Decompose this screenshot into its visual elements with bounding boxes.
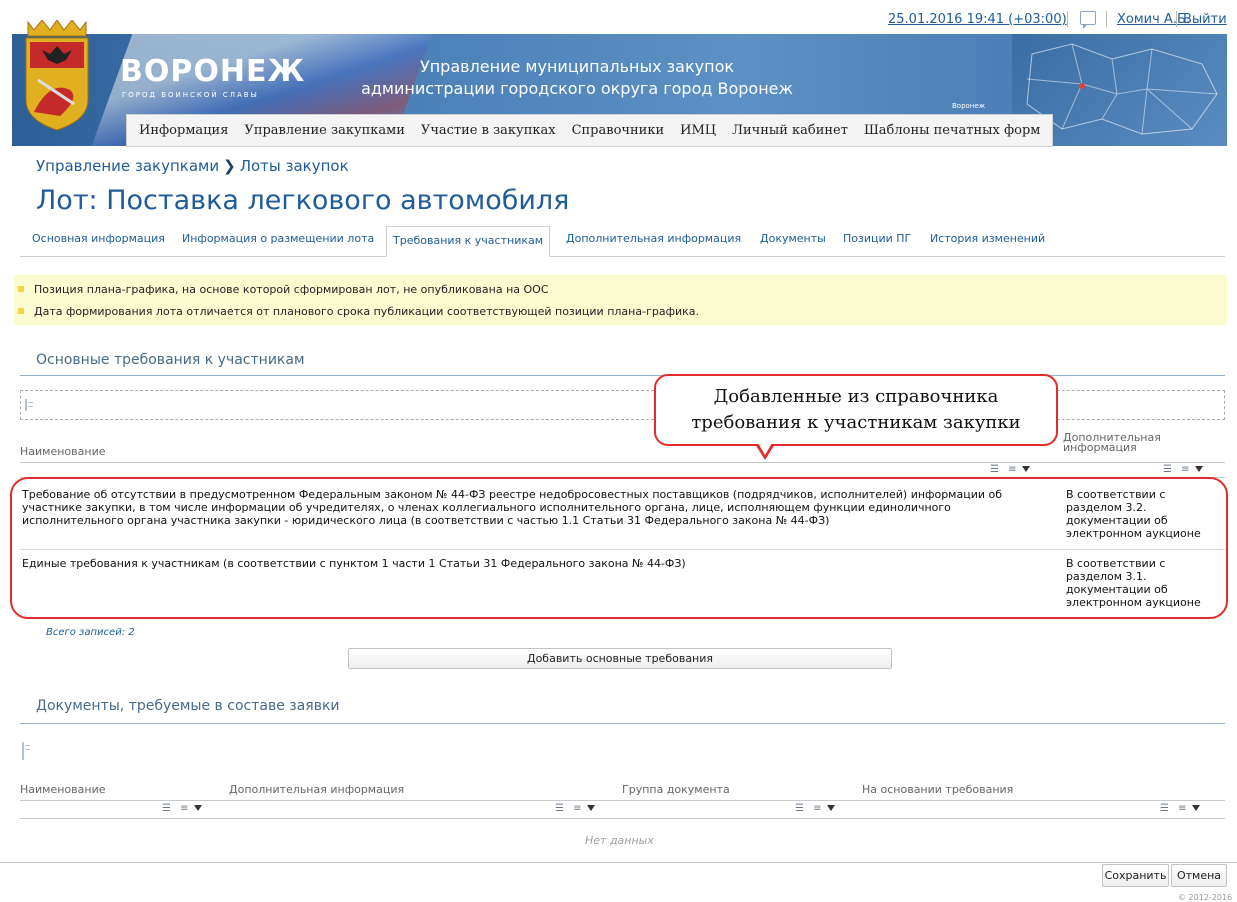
tab-additional-info[interactable]: Дополнительная информация (566, 232, 741, 245)
filter-icon (1194, 466, 1203, 472)
grid-settings-icon[interactable] (22, 742, 34, 760)
banner-title: Управление муниципальных закупок админис… (361, 57, 793, 98)
doc-column-name[interactable]: Наименование (20, 783, 105, 796)
filter-row-divider (20, 818, 1225, 819)
copyright: © 2012-2016 (1178, 893, 1233, 902)
menu-item-info[interactable]: Информация (131, 123, 236, 138)
tab-main-info[interactable]: Основная информация (32, 232, 165, 245)
city-logo-subtitle: ГОРОД ВОИНСКОЙ СЛАВЫ (122, 91, 259, 99)
filter-icon (193, 805, 202, 811)
callout-tail-inner (758, 443, 772, 455)
column-header-name[interactable]: Наименование (20, 445, 105, 458)
menu-item-imc[interactable]: ИМЦ (672, 123, 724, 138)
cancel-button[interactable]: Отмена (1171, 864, 1227, 887)
column-filter-icons[interactable]: ☰ ≡ (555, 803, 595, 814)
coat-of-arms-logo[interactable] (20, 19, 94, 132)
documents-section-title: Документы, требуемые в составе заявки (36, 698, 340, 714)
map-caption: Воронеж (952, 102, 986, 110)
datetime-link[interactable]: 25.01.2016 19:41 (+03:00) (888, 12, 1067, 27)
filter-icon (1191, 805, 1200, 811)
warning-text: Дата формирования лота отличается от пла… (34, 305, 700, 318)
doc-column-extra[interactable]: Дополнительная информация (229, 783, 404, 796)
filter-icon (586, 805, 595, 811)
main-menu: Информация Управление закупками Участие … (126, 114, 1054, 147)
column-filter-icons[interactable]: ☰ ≡ (1163, 464, 1203, 475)
filter-icon (826, 805, 835, 811)
menu-item-directories[interactable]: Справочники (564, 123, 673, 138)
tab-bar: Основная информация Информация о размеще… (20, 226, 1225, 257)
chat-icon[interactable] (1080, 11, 1096, 29)
menu-item-participation[interactable]: Участие в закупках (413, 123, 564, 138)
section-divider (20, 723, 1225, 724)
separator (1067, 11, 1068, 27)
warning-text: Позиция плана-графика, на основе которой… (34, 283, 549, 296)
menu-item-procurement[interactable]: Управление закупками (236, 123, 413, 138)
header-divider (20, 800, 1225, 801)
empty-state: Нет данных (585, 834, 654, 847)
doc-column-group[interactable]: Группа документа (622, 783, 730, 796)
callout-annotation: Добавленные из справочника требования к … (654, 374, 1058, 446)
tab-schedule-positions[interactable]: Позиции ПГ (843, 232, 911, 245)
save-button[interactable]: Сохранить (1102, 864, 1169, 887)
column-filter-icons[interactable]: ☰ ≡ (990, 464, 1030, 475)
menu-item-templates[interactable]: Шаблоны печатных форм (856, 123, 1048, 138)
separator (1176, 11, 1177, 27)
breadcrumb-current[interactable]: Лоты закупок (240, 157, 349, 175)
tab-history[interactable]: История изменений (930, 232, 1045, 245)
grid-settings-icon[interactable] (25, 399, 35, 411)
warning-box: Позиция плана-графика, на основе которой… (14, 275, 1227, 325)
chevron-right-icon: ❯ (223, 157, 236, 175)
top-bar: 25.01.2016 19:41 (+03:00) Хомич А.Б. Вый… (0, 0, 1237, 34)
filter-icon (1021, 466, 1030, 472)
menu-item-cabinet[interactable]: Личный кабинет (724, 123, 856, 138)
city-logo-text: ВОРОНЕЖ (120, 54, 306, 89)
tab-placement-info[interactable]: Информация о размещении лота (182, 232, 374, 245)
add-requirements-button[interactable]: Добавить основные требования (348, 648, 892, 669)
doc-column-basis[interactable]: На основании требования (862, 783, 1013, 796)
page-title: Лот: Поставка легкового автомобиля (36, 185, 570, 216)
warning-bullet-icon (18, 308, 24, 314)
requirements-section-title: Основные требования к участникам (36, 352, 305, 368)
footer-divider (0, 862, 1237, 863)
warning-bullet-icon (18, 286, 24, 292)
header-divider (20, 462, 1225, 463)
column-filter-icons[interactable]: ☰ ≡ (795, 803, 835, 814)
column-header-extra[interactable]: Дополнительная информация (1063, 432, 1161, 453)
column-filter-icons[interactable]: ☰ ≡ (162, 803, 202, 814)
user-link[interactable]: Хомич А.Б. (1117, 12, 1190, 27)
breadcrumb-parent[interactable]: Управление закупками (36, 157, 219, 175)
tab-requirements[interactable]: Требования к участникам (386, 226, 551, 257)
records-count: Всего записей: 2 (46, 627, 135, 638)
column-filter-icons[interactable]: ☰ ≡ (1160, 803, 1200, 814)
tab-documents[interactable]: Документы (760, 232, 826, 245)
logout-link[interactable]: Выйти (1183, 12, 1227, 27)
highlight-annotation (10, 477, 1228, 619)
breadcrumb: Управление закупками ❯ Лоты закупок (36, 157, 349, 175)
separator (1106, 11, 1107, 27)
